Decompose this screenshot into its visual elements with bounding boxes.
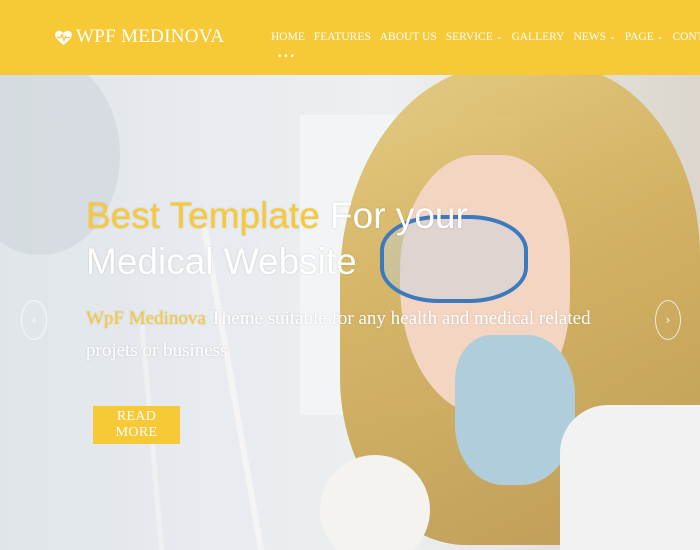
chevron-down-icon: ⌄ [656,31,664,41]
nav-service-label: SERVICE [445,31,493,43]
more-menu-icon[interactable]: ••• [277,52,296,62]
slider-next-button[interactable]: › [655,300,681,340]
nav-contact-label: CONTACT [672,31,700,43]
logo-text: WPF MEDINOVA [76,26,225,47]
chevron-left-icon: ‹ [31,313,37,327]
nav-news[interactable]: NEWS ⌄ [573,31,615,43]
hero-headline: Best Template For your Medical Website [86,193,526,285]
nav-features-label: FEATURES [313,31,371,43]
chevron-down-icon: ⌄ [609,31,616,41]
slider-prev-button[interactable]: ‹ [21,300,47,340]
hero-headline-accent: Best Template [86,195,320,236]
nav-gallery[interactable]: GALLERY [511,31,564,43]
nav-page-label: PAGE [624,31,654,43]
nav-gallery-label: GALLERY [511,31,565,43]
chevron-down-icon: ⌄ [495,31,503,41]
nav-service[interactable]: SERVICE ⌄ [446,31,503,43]
hero-slider: Best Template For your Medical Website W… [0,75,700,550]
heart-pulse-icon [55,30,72,45]
logo[interactable]: WPF MEDINOVA [54,26,224,48]
read-more-button[interactable]: READ MORE [93,406,180,444]
nav-home-label: HOME [271,31,305,43]
hero-subtitle-accent: WpF Medinova [86,308,206,329]
nav-contact[interactable]: CONTACT [672,31,700,43]
nav-page[interactable]: PAGE ⌄ [625,31,664,43]
nav-about-us[interactable]: ABOUT US [380,31,437,43]
hero-subtitle: WpF Medinova Theme suitable for any heal… [86,303,596,367]
nav-features[interactable]: FEATURES [314,31,371,43]
chevron-right-icon: › [665,313,671,327]
site-header: WPF MEDINOVA HOME FEATURES ABOUT US SERV… [0,0,700,75]
nav-about-us-label: ABOUT US [379,31,437,43]
nav-home[interactable]: HOME [271,31,305,43]
main-nav: HOME FEATURES ABOUT US SERVICE ⌄ GALLERY … [271,31,700,43]
nav-news-label: NEWS [573,31,607,43]
